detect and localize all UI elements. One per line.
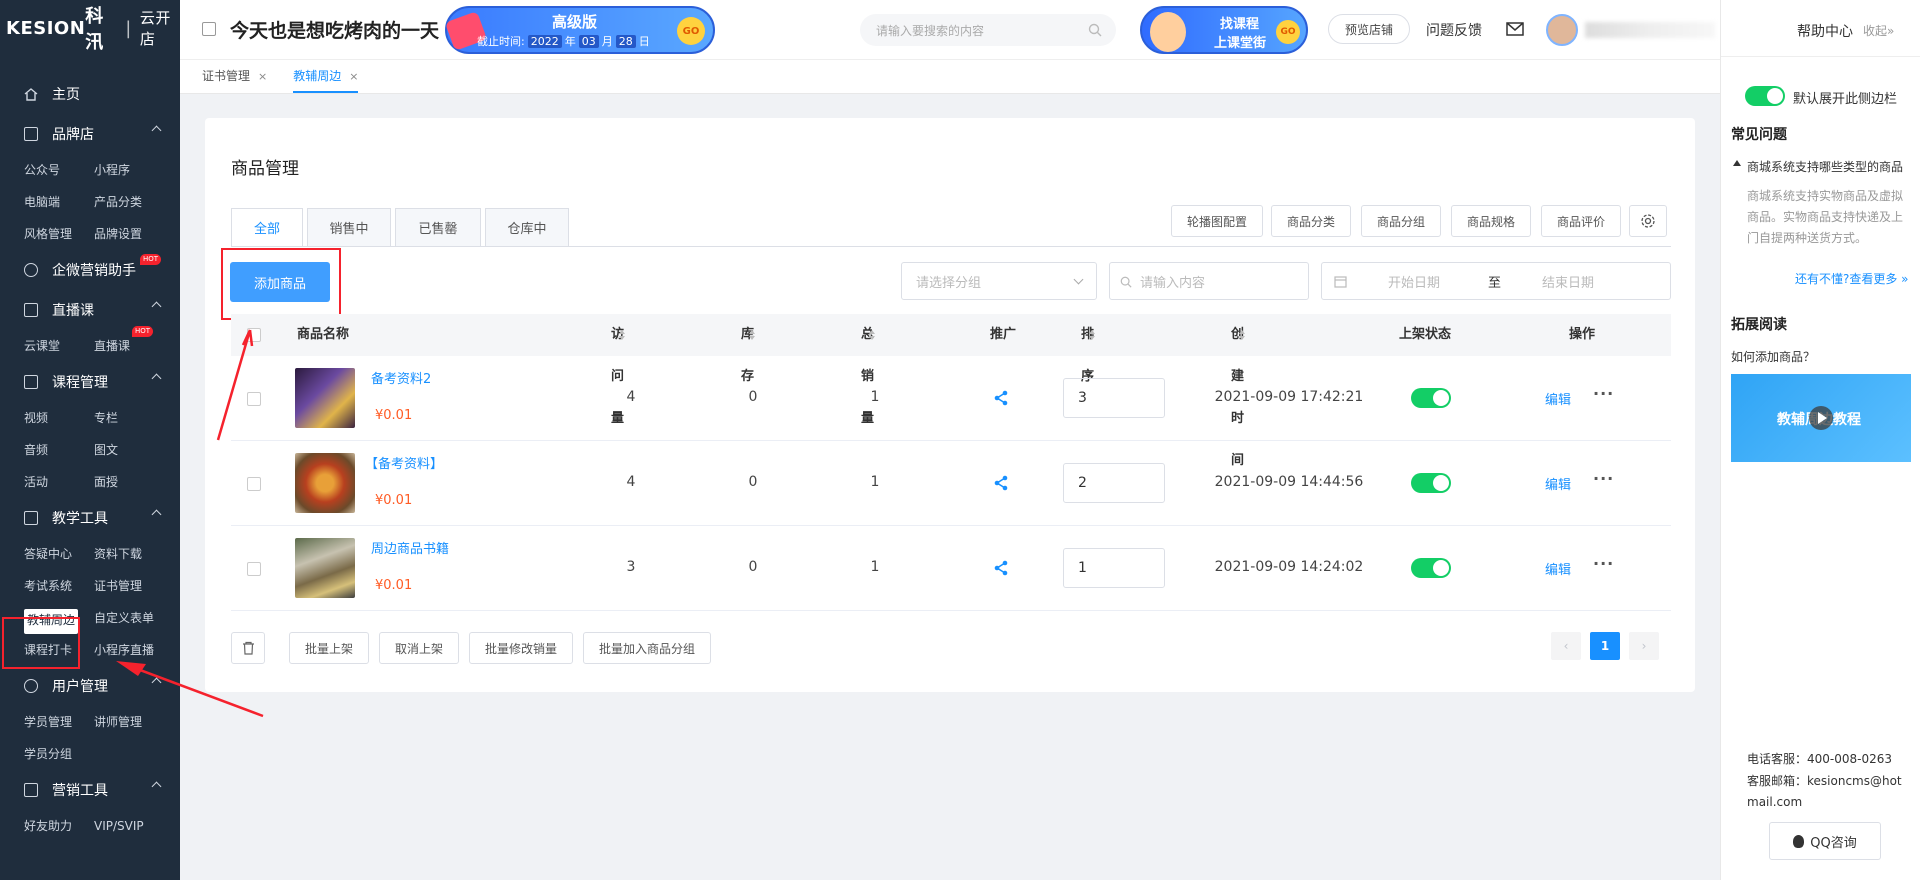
- faq-answer: 商城系统支持实物商品及虚拟商品。实物商品支持快递及上门自提两种送货方式。: [1747, 189, 1904, 245]
- extended-reading-title: 拓展阅读: [1731, 317, 1787, 333]
- help-center-title: 帮助中心: [1797, 24, 1853, 40]
- view-more-link[interactable]: 还有不懂?查看更多 »: [1795, 270, 1909, 287]
- toggle-label: 默认展开此侧边栏: [1793, 92, 1898, 107]
- how-to-add-product-link[interactable]: 如何添加商品？: [1731, 348, 1815, 365]
- help-side-panel: 帮助中心 收起» 默认展开此侧边栏 常见问题 商城系统支持哪些类型的商品 商城系…: [1720, 0, 1920, 880]
- faq-question[interactable]: 商城系统支持哪些类型的商品: [1747, 158, 1903, 175]
- play-icon[interactable]: [1809, 406, 1833, 430]
- panel-divider: [1721, 56, 1920, 57]
- caret-up-icon: [1733, 160, 1741, 166]
- collapse-panel-link[interactable]: 收起»: [1863, 22, 1894, 39]
- annotation-arrows: [116, 329, 264, 718]
- faq-title: 常见问题: [1731, 127, 1787, 143]
- qq-consult-button[interactable]: QQ咨询: [1769, 822, 1881, 860]
- button-label: QQ咨询: [1810, 835, 1857, 851]
- phone-support: 电话客服：400-008-0263: [1747, 752, 1893, 766]
- qq-icon: [1793, 834, 1805, 848]
- email-support: 客服邮箱：kesioncms@hotmail.com: [1747, 774, 1902, 809]
- tutorial-video[interactable]: 教辅周边教程: [1731, 374, 1911, 462]
- toggle-knob: [1767, 88, 1783, 104]
- default-expand-toggle[interactable]: [1745, 86, 1785, 106]
- play-triangle: [1818, 412, 1827, 424]
